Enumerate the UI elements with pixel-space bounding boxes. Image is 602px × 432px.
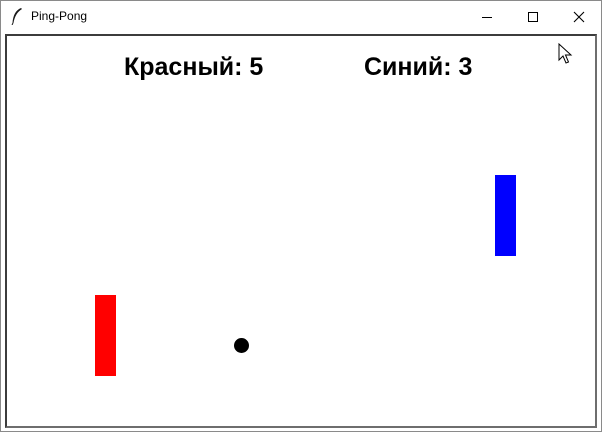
close-button[interactable]	[556, 1, 602, 32]
ball	[234, 338, 249, 353]
app-window: Ping-Pong Красный: 5 Синий: 3	[0, 0, 602, 432]
blue-paddle	[495, 175, 516, 256]
title-bar[interactable]: Ping-Pong	[1, 1, 601, 32]
mouse-cursor-icon	[558, 42, 574, 65]
minimize-icon	[481, 11, 493, 23]
feather-icon	[10, 7, 24, 26]
red-score: Красный: 5	[124, 53, 264, 81]
close-icon	[573, 11, 585, 23]
maximize-button[interactable]	[510, 1, 556, 32]
minimize-button[interactable]	[464, 1, 510, 32]
red-paddle	[95, 295, 116, 376]
maximize-icon	[527, 11, 539, 23]
game-canvas[interactable]: Красный: 5 Синий: 3	[5, 34, 597, 428]
window-title: Ping-Pong	[31, 9, 88, 23]
blue-score: Синий: 3	[364, 53, 473, 81]
